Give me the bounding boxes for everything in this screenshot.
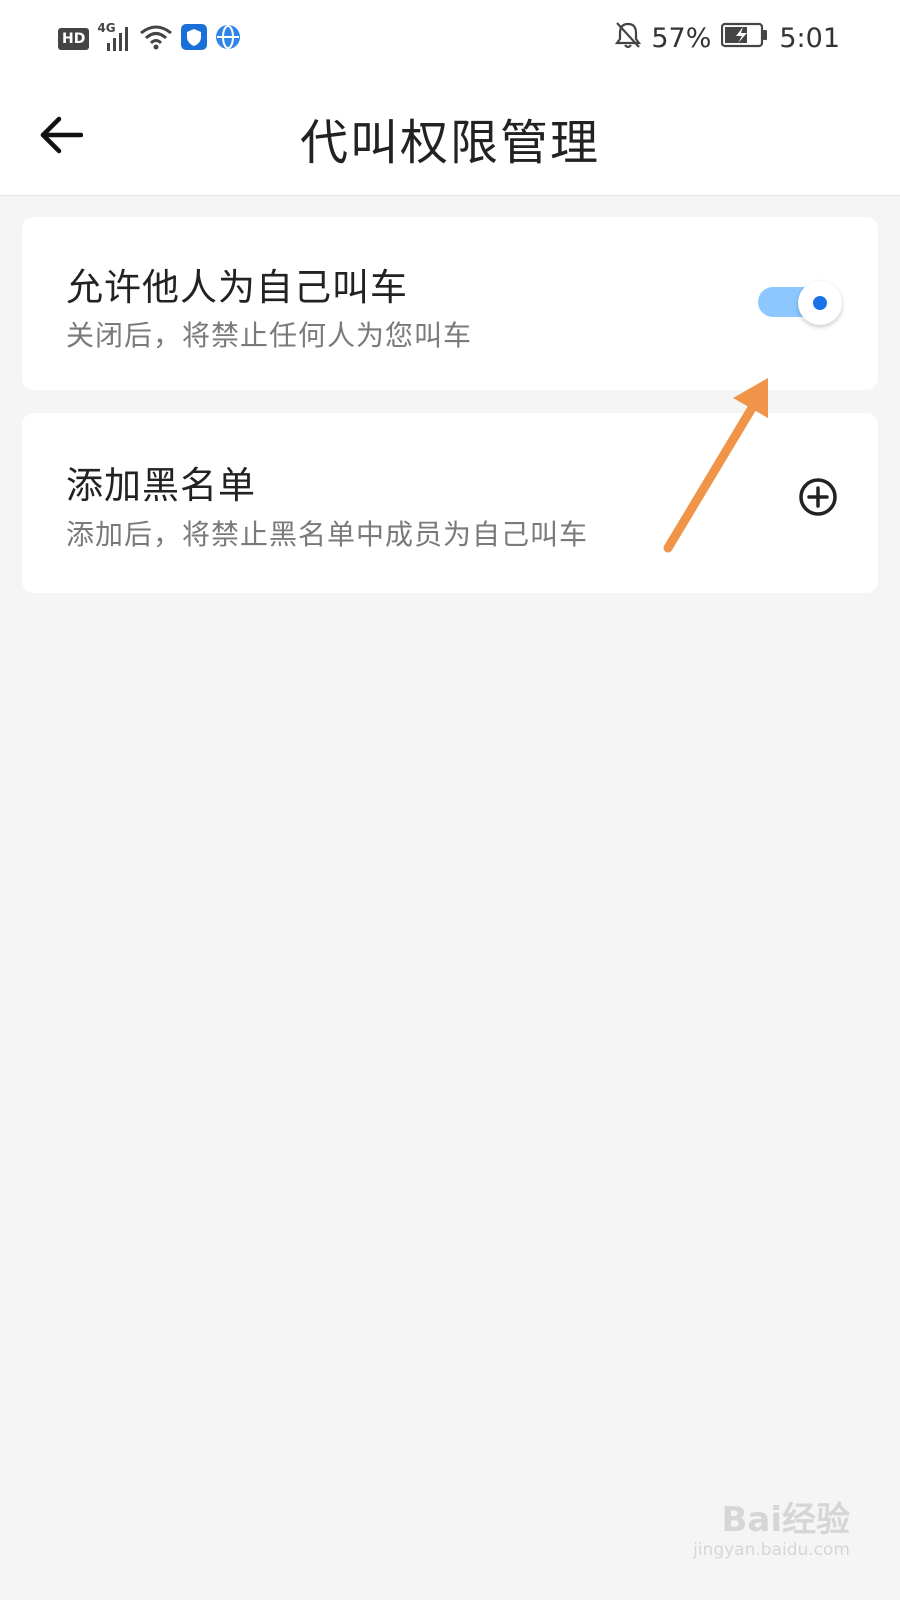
signal-icon: 4G [97, 21, 131, 53]
clock-time: 5:01 [779, 22, 840, 54]
blacklist-title: 添加黑名单 [66, 464, 256, 507]
status-bar-left: HD 4G [58, 21, 241, 56]
page-header: 代叫权限管理 [0, 78, 900, 196]
blacklist-subtitle: 添加后，将禁止黑名单中成员为自己叫车 [66, 518, 589, 551]
hd-icon: HD [58, 28, 90, 50]
shield-app-icon [181, 24, 208, 54]
battery-percent: 57% [651, 22, 712, 54]
allow-others-subtitle: 关闭后，将禁止任何人为您叫车 [66, 319, 473, 352]
watermark-url: jingyan.baidu.com [693, 1540, 850, 1560]
browser-app-icon [215, 24, 241, 54]
toggle-indicator-dot [813, 296, 827, 310]
add-circle-icon [799, 478, 837, 516]
status-bar-right: 57% 5:01 [615, 20, 840, 56]
bell-off-icon [615, 21, 642, 56]
watermark-logo: Bai经验 [721, 1500, 850, 1540]
battery-charging-icon [721, 22, 769, 55]
allow-others-toggle[interactable] [758, 281, 842, 325]
status-bar: HD 4G 57% 5:01 [0, 0, 900, 78]
toggle-knob [798, 281, 842, 325]
blacklist-card[interactable]: 添加黑名单 添加后，将禁止黑名单中成员为自己叫车 [22, 413, 878, 593]
watermark: Bai经验 jingyan.baidu.com [690, 1472, 850, 1572]
add-blacklist-button[interactable] [798, 477, 838, 517]
wifi-icon [139, 23, 173, 55]
allow-others-title: 允许他人为自己叫车 [66, 266, 408, 309]
page-title: 代叫权限管理 [299, 115, 600, 171]
allow-others-card: 允许他人为自己叫车 关闭后，将禁止任何人为您叫车 [22, 217, 878, 390]
